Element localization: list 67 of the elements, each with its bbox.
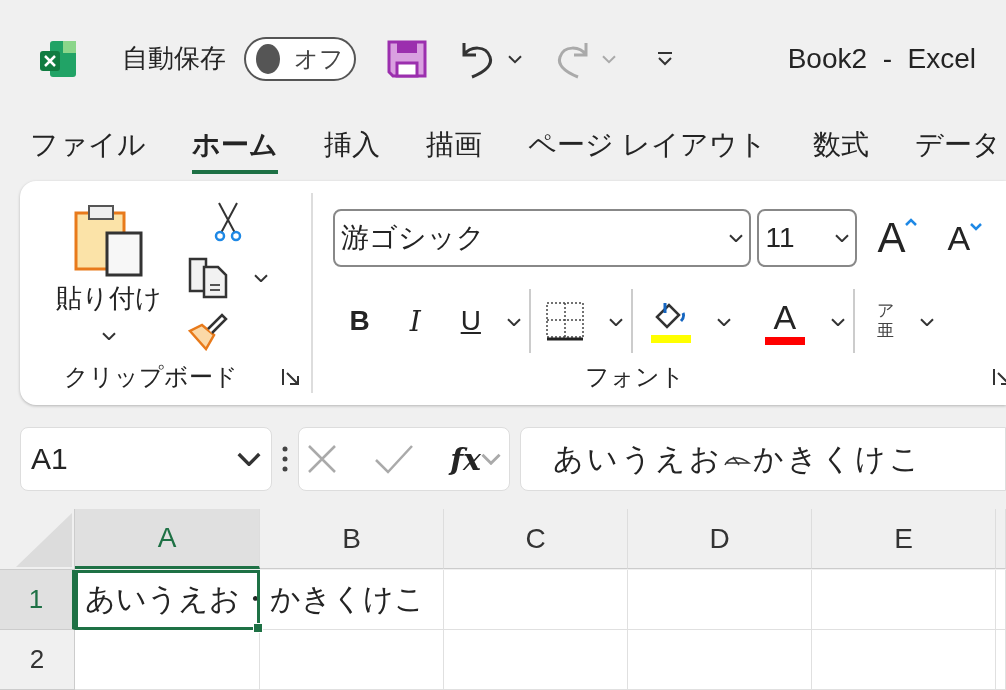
underline-button[interactable]: U (460, 305, 481, 338)
font-name-dropdown[interactable]: 游ゴシック (333, 209, 752, 268)
save-icon[interactable] (386, 38, 428, 79)
table-cell[interactable] (444, 570, 628, 630)
ribbon-tab[interactable]: 描画 (426, 126, 482, 175)
ribbon-tab[interactable]: ファイル (30, 126, 146, 175)
chevron-down-icon[interactable] (608, 317, 623, 327)
scissors-icon[interactable] (213, 201, 243, 244)
dialog-launcher-icon[interactable] (992, 367, 1006, 387)
window-title: Book2 - Excel (787, 42, 976, 75)
customize-toolbar-icon[interactable] (656, 50, 674, 67)
column-header[interactable]: A (75, 509, 260, 569)
table-cell[interactable] (628, 630, 812, 690)
name-box[interactable]: A1 (20, 427, 272, 491)
caret-down-icon (970, 222, 983, 231)
borders-icon[interactable] (544, 301, 585, 342)
format-painter-icon[interactable] (188, 313, 228, 352)
bold-button[interactable]: B (349, 305, 370, 338)
phonetic-guide-button[interactable]: ア 亜 (876, 301, 894, 342)
chevron-down-icon[interactable] (729, 233, 744, 243)
column-header[interactable]: B (260, 509, 444, 569)
table-cell[interactable] (996, 630, 1006, 690)
ribbon-tab[interactable]: ページ レイアウト (528, 126, 767, 175)
ribbon-tab[interactable]: 挿入 (324, 126, 380, 175)
formula-field[interactable]: あいうえお かきくけこ (520, 427, 1006, 491)
color-bar-icon (764, 336, 805, 345)
copy-icon[interactable] (188, 257, 230, 300)
ribbon-tab[interactable]: 数式 (812, 126, 869, 175)
group-label: クリップボード (63, 362, 238, 392)
paste-button[interactable]: 貼り付け (56, 281, 162, 317)
autosave-toggle[interactable]: オフ (244, 36, 356, 81)
column-header[interactable]: D (628, 509, 812, 569)
insert-function-button[interactable]: fx (450, 441, 481, 477)
column-header[interactable]: C (444, 509, 628, 569)
group-label: フォント (584, 362, 685, 392)
font-color-button[interactable]: A (773, 297, 797, 337)
paste-icon[interactable] (73, 203, 145, 278)
increase-font-size-button[interactable]: A (877, 214, 906, 263)
table-cell[interactable] (628, 570, 812, 630)
font-size-dropdown[interactable]: 11 (757, 209, 858, 268)
caret-up-icon (905, 218, 918, 227)
decrease-font-size-button[interactable]: A (947, 218, 971, 258)
table-cell[interactable] (812, 570, 996, 630)
chevron-down-icon[interactable] (102, 331, 116, 341)
column-header[interactable]: E (812, 509, 996, 569)
chevron-down-icon[interactable] (506, 317, 521, 327)
chevron-down-icon[interactable] (716, 317, 731, 327)
more-icon[interactable] (282, 446, 288, 472)
chevron-down-icon[interactable] (237, 451, 261, 467)
dialog-launcher-icon[interactable] (281, 367, 302, 387)
chevron-down-icon[interactable] (835, 233, 850, 243)
autosave-label: 自動保存 (122, 42, 226, 76)
table-cell[interactable] (996, 570, 1006, 630)
row-header[interactable]: 1 (0, 570, 75, 630)
ribbon-tab[interactable]: データ (914, 126, 1001, 175)
row-header[interactable]: 2 (0, 630, 75, 690)
chevron-down-icon[interactable] (919, 317, 934, 327)
chevron-down-icon[interactable] (508, 55, 522, 64)
table-cell[interactable] (75, 630, 260, 690)
excel-logo-icon (38, 38, 78, 79)
chevron-down-icon[interactable] (254, 273, 268, 283)
italic-button[interactable]: I (409, 304, 421, 338)
ribbon-tab[interactable]: ホーム (192, 126, 278, 175)
chevron-down-icon[interactable] (830, 317, 845, 327)
table-cell[interactable] (260, 630, 444, 690)
table-cell[interactable] (444, 630, 628, 690)
table-cell[interactable] (812, 630, 996, 690)
